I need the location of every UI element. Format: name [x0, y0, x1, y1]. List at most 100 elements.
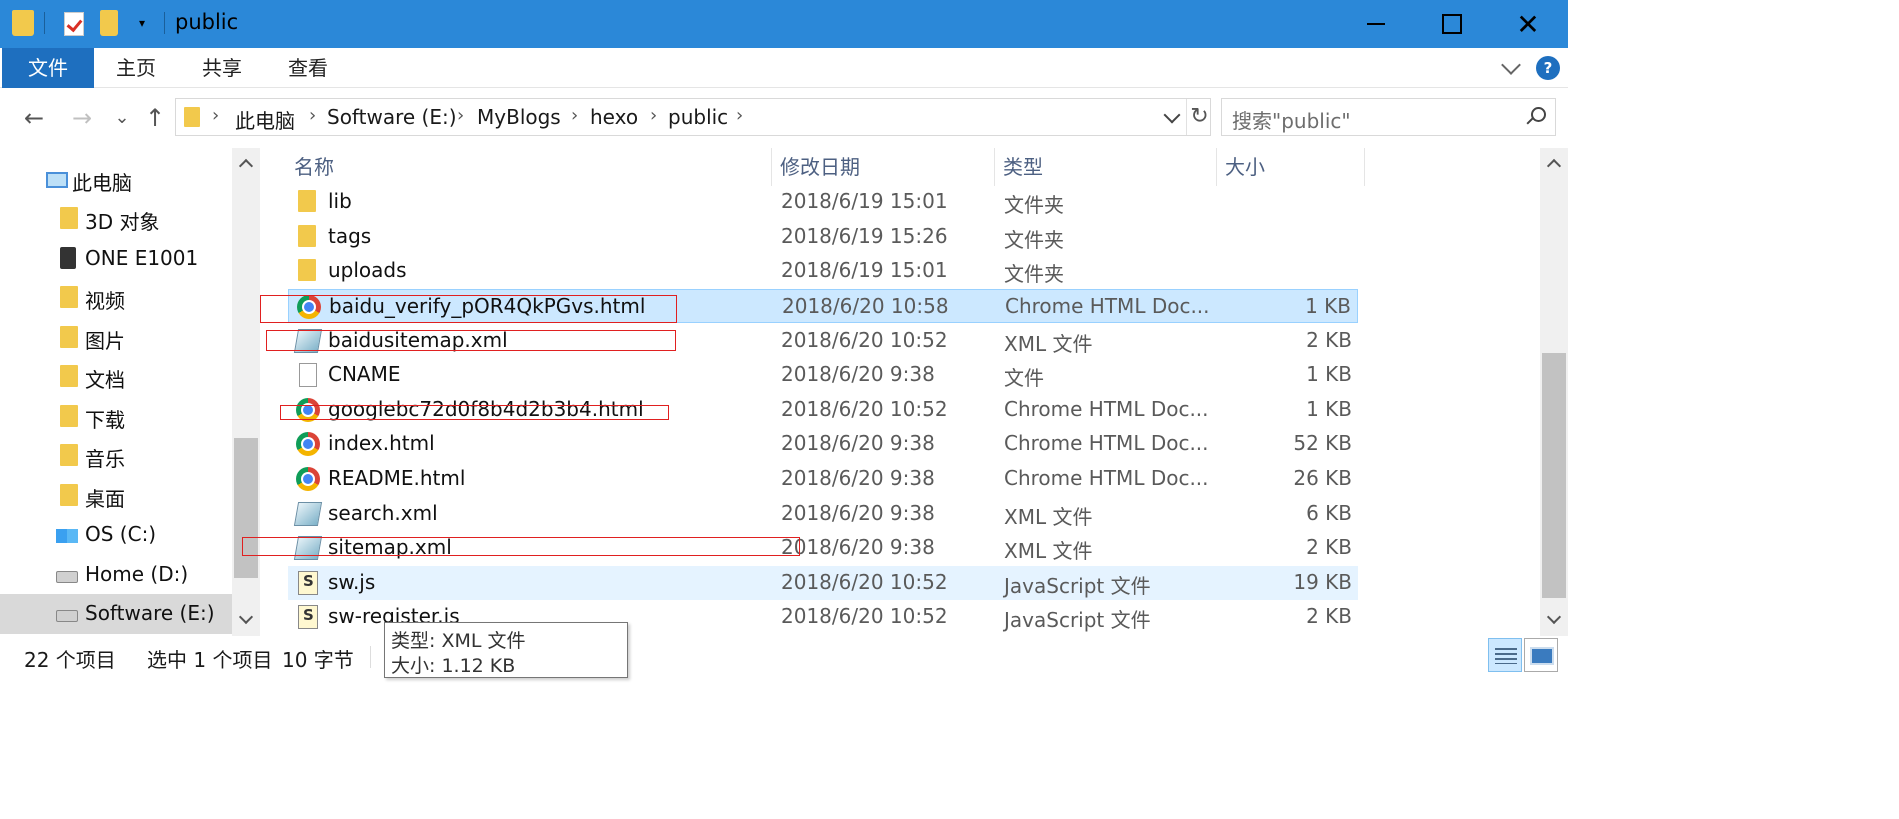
file-list-scrollbar[interactable]	[1540, 148, 1568, 636]
table-row[interactable]: uploads 2018/6/19 15:01 文件夹	[288, 254, 1358, 288]
forward-arrow-icon[interactable]: →	[66, 102, 98, 134]
details-view-icon	[1495, 648, 1517, 664]
scrollbar-thumb[interactable]	[234, 438, 258, 578]
annotation-box	[266, 330, 676, 351]
sidebar-item-label: Software (E:)	[85, 601, 215, 625]
sidebar-item-os-c[interactable]: OS (C:)	[0, 515, 232, 555]
breadcrumb-this-pc[interactable]: 此电脑	[235, 105, 295, 134]
table-row[interactable]: index.html 2018/6/20 9:38 Chrome HTML Do…	[288, 427, 1358, 461]
sidebar-item-home-d[interactable]: Home (D:)	[0, 555, 232, 595]
chevron-right-icon[interactable]: ›	[309, 105, 316, 126]
back-arrow-icon[interactable]: ←	[18, 102, 50, 134]
sidebar-item-documents[interactable]: 文档	[0, 357, 232, 397]
file-modified: 2018/6/20 9:38	[781, 466, 935, 490]
refresh-icon[interactable]: ↻	[1186, 99, 1212, 135]
chevron-right-icon[interactable]: ›	[650, 105, 657, 126]
sidebar-item-3d-objects[interactable]: 3D 对象	[0, 199, 232, 239]
breadcrumb-software-drive[interactable]: Software (E:)	[327, 105, 457, 129]
scroll-up-icon[interactable]	[238, 156, 252, 170]
sidebar-item-label: 3D 对象	[85, 210, 160, 234]
table-row[interactable]: sw.js 2018/6/20 10:52 JavaScript 文件 19 K…	[288, 566, 1358, 600]
sidebar-item-videos[interactable]: 视频	[0, 278, 232, 318]
file-type: XML 文件	[1004, 332, 1093, 356]
address-history-chevron-icon[interactable]	[1160, 103, 1184, 131]
sidebar-item-pictures[interactable]: 图片	[0, 318, 232, 358]
help-icon[interactable]: ?	[1536, 56, 1560, 80]
address-bar[interactable]: › 此电脑 › Software (E:) › MyBlogs › hexo ›…	[175, 98, 1211, 136]
file-size: 2 KB	[1306, 328, 1352, 352]
sidebar-item-downloads[interactable]: 下载	[0, 397, 232, 437]
quick-access-dropdown-icon[interactable]: ▾	[132, 12, 152, 34]
table-row[interactable]: search.xml 2018/6/20 9:38 XML 文件 6 KB	[288, 497, 1358, 531]
chevron-right-icon[interactable]: ›	[457, 105, 464, 126]
column-header-size[interactable]: 大小	[1217, 148, 1365, 186]
file-size: 26 KB	[1293, 466, 1352, 490]
scroll-down-icon[interactable]	[238, 612, 252, 626]
breadcrumb-myblogs[interactable]: MyBlogs	[477, 105, 561, 129]
new-folder-icon[interactable]	[100, 10, 118, 36]
scroll-down-icon[interactable]	[1546, 612, 1560, 626]
breadcrumb-public[interactable]: public	[668, 105, 728, 129]
sidebar-scrollbar[interactable]	[232, 148, 260, 636]
title-bar: ▾ public ✕	[0, 0, 1568, 48]
drive-icon	[56, 571, 78, 583]
up-arrow-icon[interactable]: ↑	[139, 102, 171, 134]
expand-ribbon-chevron-icon[interactable]	[1500, 56, 1522, 78]
status-separator	[370, 646, 371, 668]
sidebar-item-label: 此电脑	[72, 171, 132, 195]
folder-app-icon	[12, 10, 34, 36]
minimize-button[interactable]	[1338, 0, 1414, 48]
file-type: Chrome HTML Doc...	[1004, 397, 1209, 421]
column-header-name[interactable]: 名称	[286, 148, 772, 186]
table-row[interactable]: CNAME 2018/6/20 9:38 文件 1 KB	[288, 358, 1358, 392]
file-tab[interactable]: 文件	[2, 48, 94, 88]
chevron-right-icon[interactable]: ›	[212, 105, 219, 126]
sidebar-item-label: 下载	[85, 408, 125, 432]
file-list: ^ 名称 修改日期 类型 大小 lib 2018/6/19 15:01 文件夹 …	[260, 148, 1540, 636]
scrollbar-thumb[interactable]	[1542, 353, 1566, 598]
column-header-modified[interactable]: 修改日期	[772, 148, 995, 186]
sidebar-item-software-e[interactable]: Software (E:)	[0, 594, 232, 634]
chevron-right-icon[interactable]: ›	[736, 105, 743, 126]
file-modified: 2018/6/20 9:38	[781, 431, 935, 455]
file-info-tooltip: 类型: XML 文件 大小: 1.12 KB	[384, 622, 628, 678]
file-name: tags	[328, 224, 372, 248]
search-input[interactable]: 搜索"public"	[1221, 98, 1556, 136]
music-folder-icon	[60, 444, 78, 466]
file-modified: 2018/6/19 15:01	[781, 189, 948, 213]
file-modified: 2018/6/20 10:52	[781, 604, 948, 628]
drive-icon	[56, 610, 78, 622]
file-modified: 2018/6/20 9:38	[781, 362, 935, 386]
sidebar-item-desktop[interactable]: 桌面	[0, 476, 232, 516]
file-name: sw.js	[328, 570, 376, 594]
column-header-type[interactable]: 类型	[995, 148, 1217, 186]
scroll-up-icon[interactable]	[1546, 156, 1560, 170]
file-size: 1 KB	[1306, 397, 1352, 421]
large-icons-view-button[interactable]	[1524, 638, 1558, 672]
tab-home[interactable]: 主页	[116, 48, 156, 88]
maximize-button[interactable]	[1414, 0, 1490, 48]
details-view-button[interactable]	[1488, 638, 1522, 672]
file-name: search.xml	[328, 501, 438, 525]
status-bar: 22 个项目 选中 1 个项目 10 字节	[0, 636, 1568, 676]
search-placeholder: 搜索"public"	[1232, 109, 1351, 133]
file-type: 文件	[1004, 366, 1044, 390]
recent-locations-chevron-icon[interactable]: ⌄	[106, 102, 138, 134]
xml-file-icon	[293, 502, 323, 526]
tab-view[interactable]: 查看	[288, 48, 328, 88]
large-icons-view-icon	[1530, 647, 1554, 665]
file-size: 2 KB	[1306, 604, 1352, 628]
table-row[interactable]: lib 2018/6/19 15:01 文件夹	[288, 185, 1358, 219]
table-row[interactable]: tags 2018/6/19 15:26 文件夹	[288, 220, 1358, 254]
breadcrumb-hexo[interactable]: hexo	[590, 105, 638, 129]
sidebar-item-this-pc[interactable]: 此电脑	[0, 160, 232, 200]
table-row[interactable]: README.html 2018/6/20 9:38 Chrome HTML D…	[288, 462, 1358, 496]
tab-share[interactable]: 共享	[202, 48, 242, 88]
close-button[interactable]: ✕	[1490, 0, 1566, 48]
properties-icon[interactable]	[64, 12, 84, 36]
chevron-right-icon[interactable]: ›	[571, 105, 578, 126]
sidebar-item-one-e1001[interactable]: ONE E1001	[0, 239, 232, 279]
sidebar-item-music[interactable]: 音乐	[0, 436, 232, 476]
tooltip-type: 类型: XML 文件	[391, 630, 526, 652]
search-icon[interactable]	[1525, 107, 1546, 127]
